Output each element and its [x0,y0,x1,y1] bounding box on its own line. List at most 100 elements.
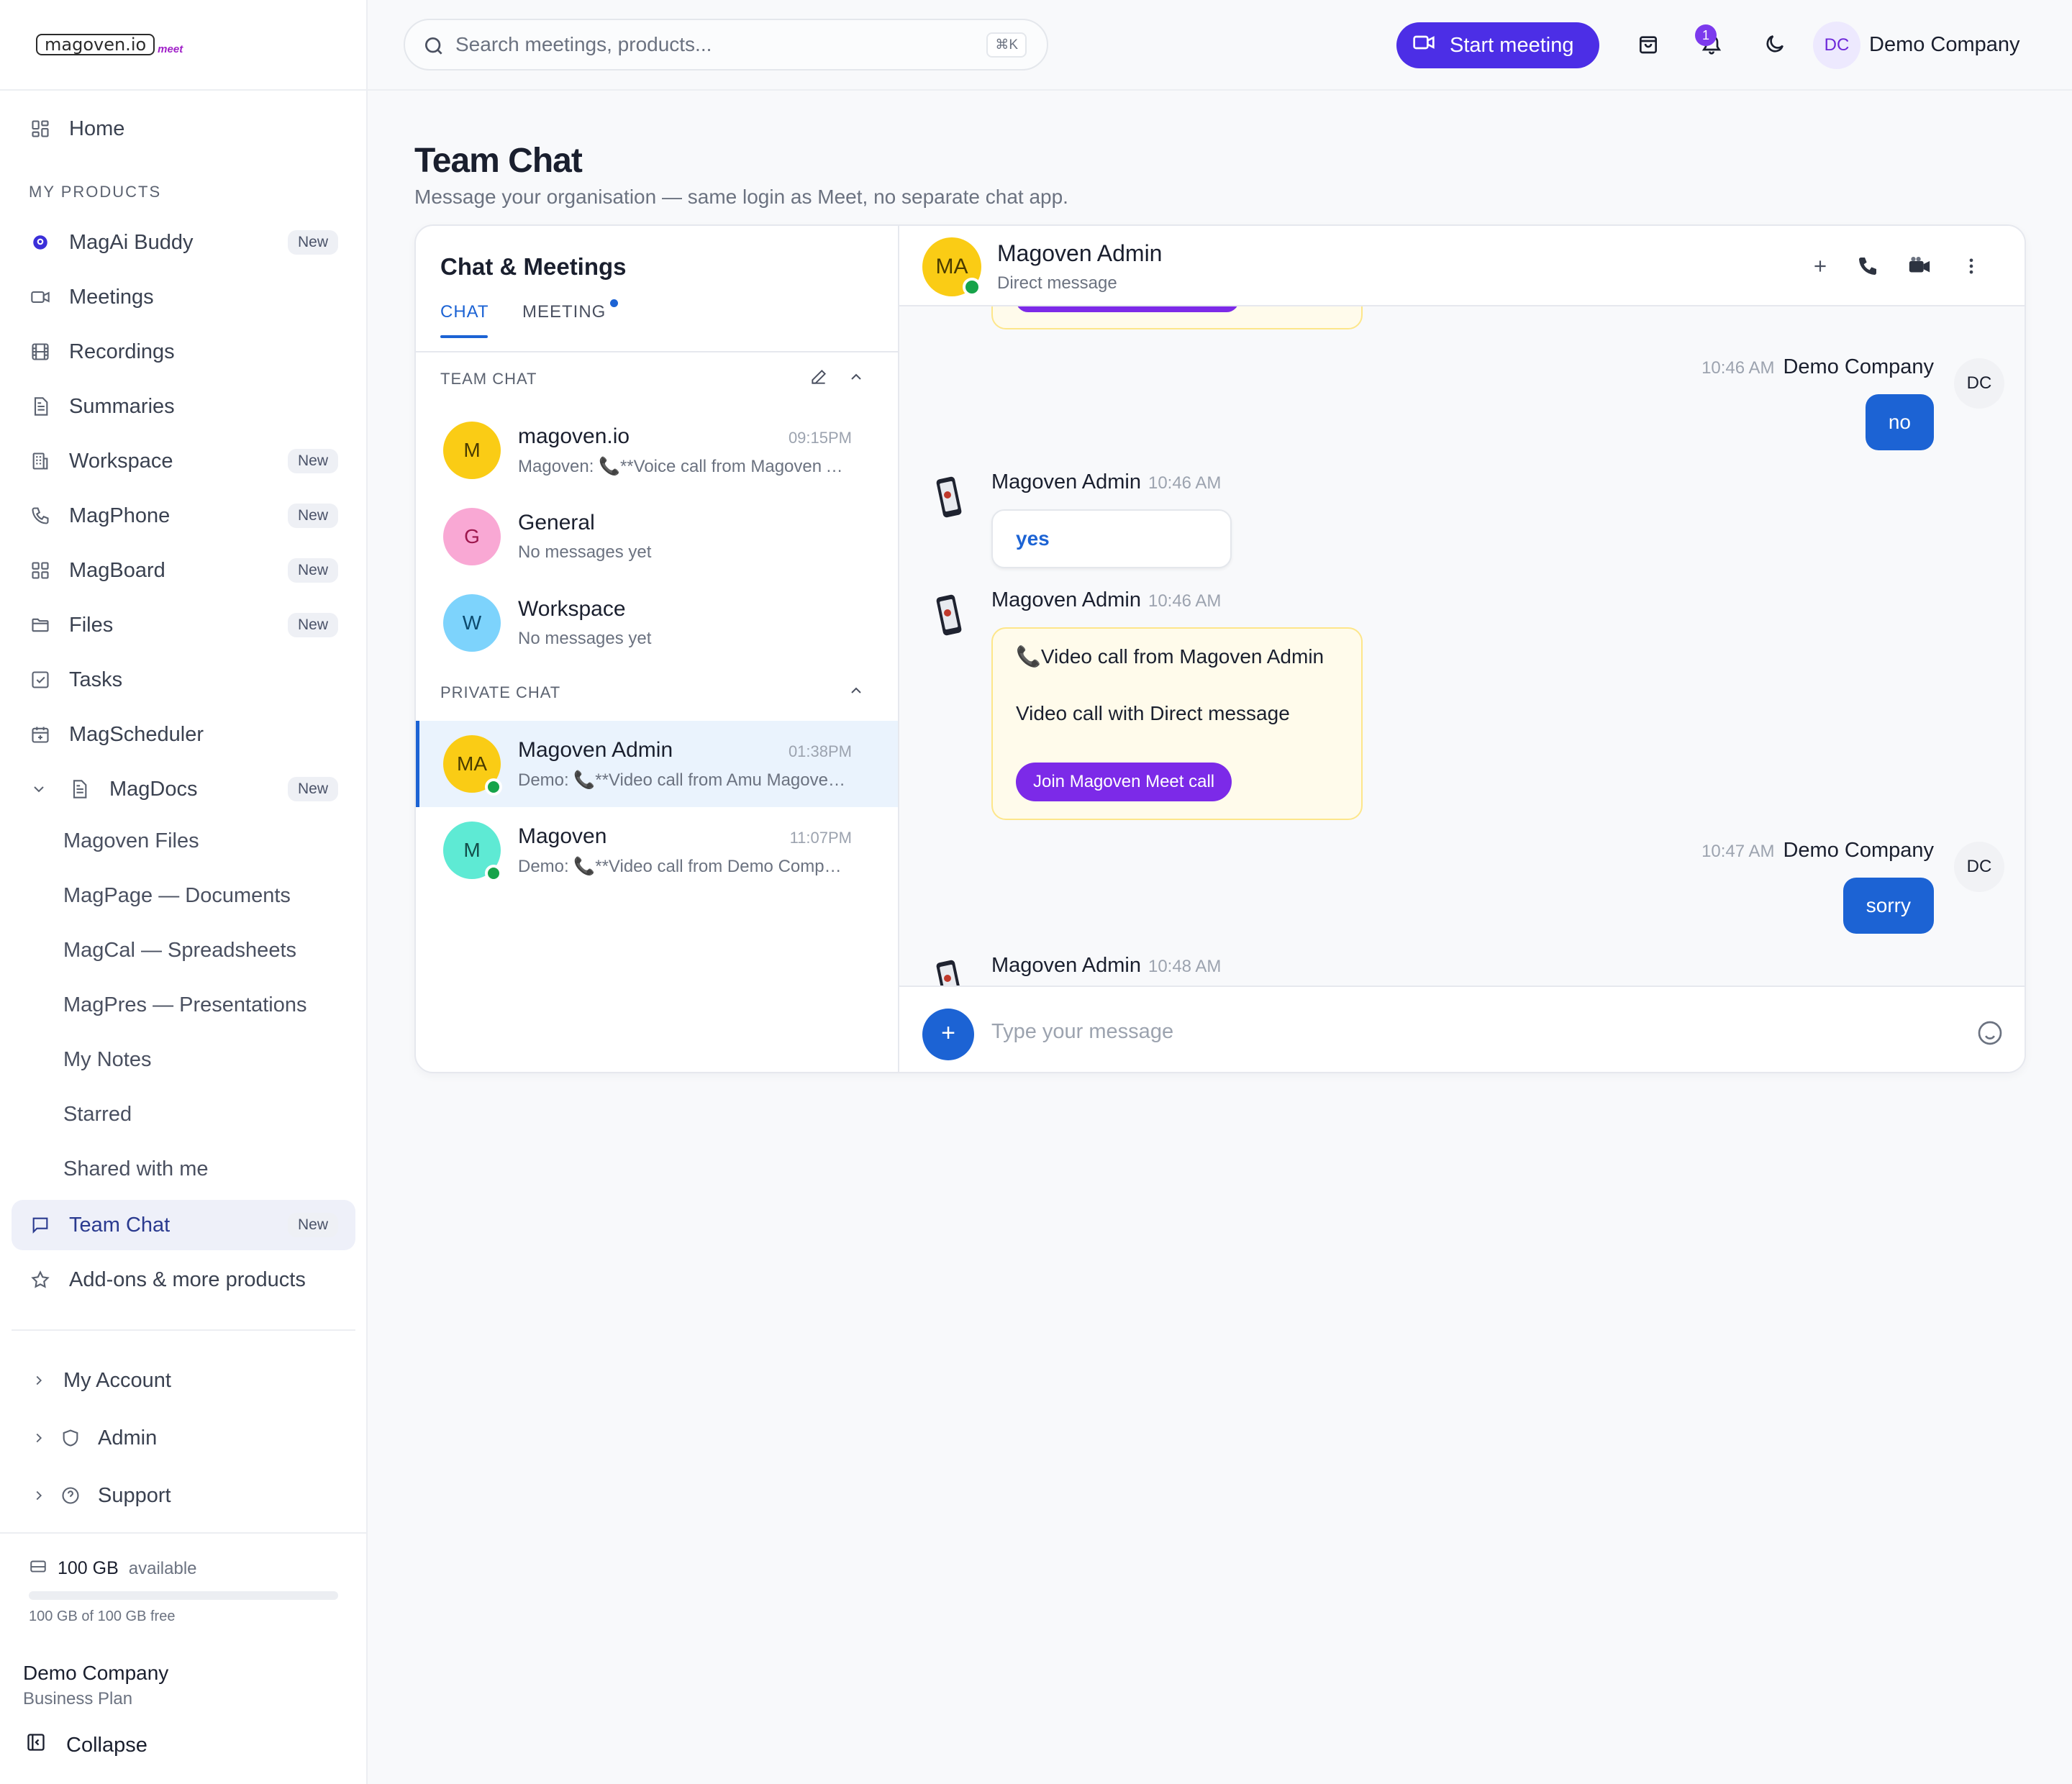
sidebar-item-summaries[interactable]: Summaries [12,381,355,432]
sidebar-item-my-account[interactable]: My Account [12,1355,355,1406]
start-meeting-button[interactable]: Start meeting [1396,22,1599,68]
avatar: DC [1954,842,2004,892]
chevron-up-icon[interactable] [846,367,866,387]
message-bubble-sent: no [1865,394,1934,450]
sidebar-item-label: Meetings [69,285,154,309]
chevron-up-icon[interactable] [846,681,866,701]
logo-text: magoven.io [36,34,155,55]
sidebar-subitem-magoven-files[interactable]: Magoven Files [63,829,199,853]
chat-list-title: Chat & Meetings [440,253,627,280]
emoji-icon[interactable] [1976,1019,2004,1047]
sidebar-subitem-my-notes[interactable]: My Notes [63,1048,151,1072]
conversation-item[interactable]: M magoven.io 09:15PM Magoven: 📞**Voice c… [416,407,898,493]
online-indicator [963,278,981,296]
sidebar-item-home[interactable]: Home [12,104,355,154]
sidebar-item-label: Add-ons & more products [69,1268,306,1291]
sidebar-item-magscheduler[interactable]: MagScheduler [12,709,355,760]
moon-icon[interactable] [1762,31,1788,57]
sidebar-item-team-chat[interactable]: Team Chat New [12,1200,355,1250]
new-badge: New [287,777,338,801]
page-subtitle: Message your organisation — same login a… [414,186,1068,208]
sidebar-subitem-magpres[interactable]: MagPres — Presentations [63,993,306,1017]
message-call-card: 📞Video call from Magoven Admin Video cal… [991,627,1363,820]
join-call-button-partial[interactable] [1016,306,1239,312]
sidebar-item-magdocs[interactable]: MagDocs New [12,764,355,814]
section-label-products: MY PRODUCTS [29,183,162,201]
sidebar-item-label: MagDocs [109,777,198,801]
new-badge: New [287,230,338,255]
tab-meeting[interactable]: MEETING [522,302,606,322]
sidebar-item-magphone[interactable]: MagPhone New [12,491,355,541]
sidebar-item-addons[interactable]: Add-ons & more products [12,1255,355,1305]
sidebar-subitem-starred[interactable]: Starred [63,1103,132,1127]
conversation-title: Magoven Admin [997,240,1163,266]
sidebar-item-workspace[interactable]: Workspace New [12,436,355,486]
more-vertical-icon[interactable] [1958,253,1984,279]
sidebar-item-files[interactable]: Files New [12,600,355,650]
collapse-label: Collapse [66,1733,147,1757]
sidebar-item-label: Recordings [69,340,175,363]
conversation-item[interactable]: W Workspace No messages yet [416,580,898,666]
sidebar-subitem-magpage[interactable]: MagPage — Documents [63,884,291,908]
chat-card: Chat & Meetings CHAT MEETING TEAM CHAT M… [414,224,2026,1073]
user-avatar[interactable]: DC [1813,22,1860,69]
join-call-button[interactable]: Join Magoven Meet call [1016,763,1232,801]
sidebar-item-label: Summaries [69,394,175,418]
chat-bubble-icon [29,1214,52,1237]
message-bubble-received: yes [991,509,1232,568]
sidebar-item-magboard[interactable]: MagBoard New [12,545,355,596]
conversation-item[interactable]: M Magoven 11:07PM Demo: 📞**Video call fr… [416,807,898,893]
new-badge: New [287,1213,338,1237]
sidebar-item-label: MagScheduler [69,722,204,746]
attach-button[interactable]: + [922,1009,974,1060]
group-label-team-chat: TEAM CHAT [440,370,537,388]
sidebar-item-meetings[interactable]: Meetings [12,272,355,322]
phone-avatar-icon [931,957,967,986]
chevron-right-icon [27,1484,50,1507]
message-header: 10:47 AM Demo Company [1701,839,1934,863]
conversation-item-active[interactable]: MA Magoven Admin 01:38PM Demo: 📞**Video … [416,721,898,807]
sidebar-item-admin[interactable]: Admin [12,1413,355,1463]
company-name: Demo Company [23,1662,169,1684]
sidebar-item-magai-buddy[interactable]: MagAi Buddy New [12,217,355,268]
conversation-time: 09:15PM [788,429,852,447]
tab-chat[interactable]: CHAT [440,302,489,322]
sidebar-item-label: Support [98,1483,171,1507]
cart-icon[interactable] [1635,31,1661,57]
avatar: G [443,508,501,565]
conversation-list-pane: Chat & Meetings CHAT MEETING TEAM CHAT M… [416,226,899,1072]
new-badge: New [287,613,338,637]
edit-icon[interactable] [809,367,829,387]
video-camera-icon[interactable] [1907,253,1932,279]
phone-icon[interactable] [1855,253,1881,279]
storage-available-label: available [128,1558,197,1578]
conversation-name: General [518,511,595,534]
call-card-description: Video call with Direct message [1016,702,1290,724]
message-sender: Magoven Admin [991,588,1141,611]
online-indicator [485,778,502,796]
online-indicator [485,865,502,882]
collapse-button[interactable]: Collapse [26,1732,147,1758]
message-header: Magoven Admin 10:46 AM [991,470,1221,494]
sidebar-item-support[interactable]: Support [12,1470,355,1521]
search-input[interactable]: Search meetings, products... ⌘K [404,19,1048,70]
sidebar-subitem-magcal[interactable]: MagCal — Spreadsheets [63,939,296,962]
chevron-right-icon [27,1369,50,1392]
sidebar-item-label: Home [69,117,125,140]
conversation-name: Magoven Admin [518,738,673,762]
storage-summary: 100 GB available [29,1557,197,1580]
sidebar-item-tasks[interactable]: Tasks [12,655,355,705]
message-bubble-sent: sorry [1842,878,1934,934]
avatar: M [443,422,501,479]
plus-icon[interactable] [1807,253,1833,279]
sidebar-item-recordings[interactable]: Recordings [12,327,355,377]
logo[interactable]: magoven.io meet [36,34,183,55]
sidebar-subitem-shared[interactable]: Shared with me [63,1157,209,1181]
unread-dot [610,299,618,307]
message-input[interactable]: Type your message [991,1020,1173,1044]
chevron-down-icon[interactable] [27,778,50,801]
conversation-item[interactable]: G General No messages yet [416,493,898,580]
message-sender: Magoven Admin [991,954,1141,977]
user-name[interactable]: Demo Company [1869,33,2020,57]
conversation-preview: No messages yet [518,542,652,562]
